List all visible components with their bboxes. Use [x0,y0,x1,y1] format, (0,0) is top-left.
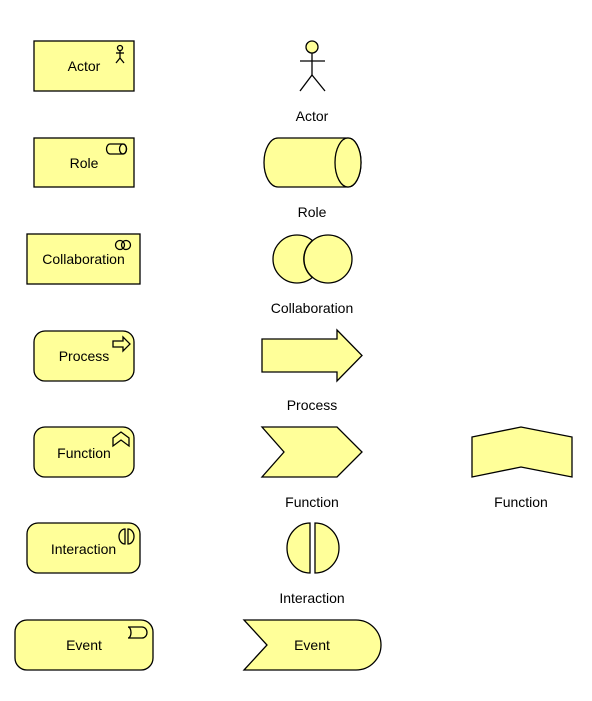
function-shape[interactable] [260,426,363,478]
role-box[interactable]: Role [33,137,135,188]
interaction-box-label: Interaction [51,541,116,557]
collaboration-box[interactable]: Collaboration [26,233,141,285]
diagram-canvas: Actor Actor Role Role Collaboration Coll… [14,40,573,671]
function-shape-label: Function [285,494,339,510]
process-shape[interactable] [261,328,363,383]
function-box[interactable]: Function [33,426,135,478]
event-shape-label: Event [294,637,330,653]
function-box-label: Function [57,445,111,461]
actor-box-label: Actor [68,58,101,74]
interaction-box[interactable]: Interaction [26,522,141,574]
process-shape-label: Process [287,397,338,413]
collaboration-shape[interactable] [272,234,353,284]
role-shape-label: Role [298,204,327,220]
role-box-label: Role [70,155,99,171]
function-alt-shape[interactable] [471,426,573,478]
process-box[interactable]: Process [33,330,135,382]
event-box-label: Event [66,637,102,653]
collaboration-box-label: Collaboration [42,251,125,267]
actor-shape-label: Actor [296,108,329,124]
interaction-shape-label: Interaction [279,590,344,606]
function-alt-shape-label: Function [494,494,548,510]
interaction-shape[interactable] [286,522,340,574]
event-box[interactable]: Event [14,619,154,671]
event-shape[interactable]: Event [242,619,382,671]
actor-shape[interactable] [299,40,326,92]
process-box-label: Process [59,348,110,364]
actor-box[interactable]: Actor [33,40,135,92]
role-shape[interactable] [263,137,362,188]
collaboration-shape-label: Collaboration [271,300,354,316]
